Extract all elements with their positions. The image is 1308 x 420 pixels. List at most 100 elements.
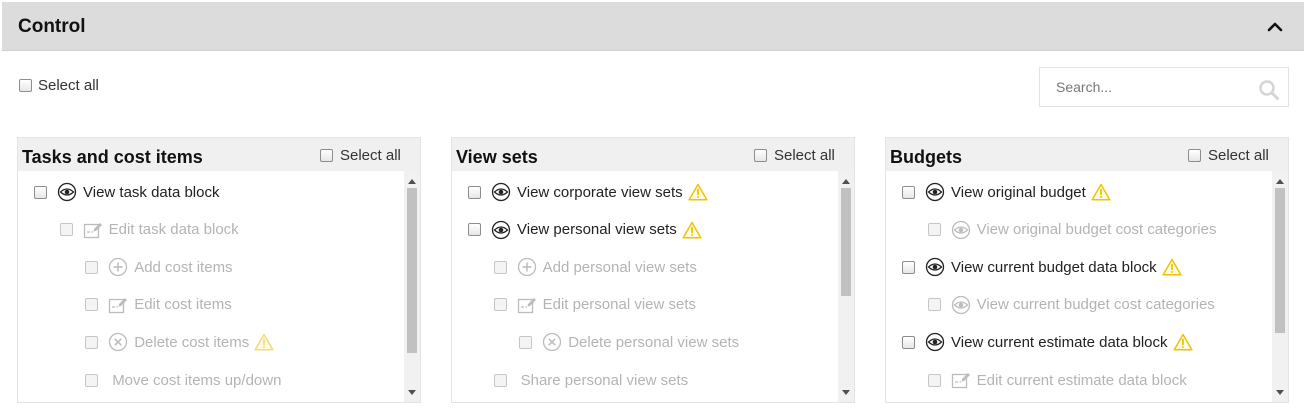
- permission-item[interactable]: View personal view sets: [468, 219, 702, 241]
- close-circle-icon: [109, 333, 128, 352]
- edit-icon: [108, 295, 128, 315]
- close-circle-icon: [108, 332, 128, 352]
- column-select-all[interactable]: Select all: [320, 147, 401, 164]
- permission-item[interactable]: View task data block: [34, 181, 219, 203]
- permission-label: Delete personal view sets: [568, 333, 740, 351]
- permission-item[interactable]: Edit current estimate data block: [927, 369, 1187, 391]
- column-select-all[interactable]: Select all: [1188, 147, 1269, 164]
- edit-icon: [951, 373, 970, 389]
- column-title: View sets: [456, 147, 538, 167]
- permission-checkbox[interactable]: [85, 335, 99, 349]
- permission-item[interactable]: View current estimate data block: [902, 331, 1193, 353]
- permission-checkbox[interactable]: [85, 298, 99, 312]
- search-box[interactable]: [1039, 67, 1289, 107]
- permission-item[interactable]: View current budget cost categories: [927, 294, 1215, 316]
- eye-icon: [925, 258, 945, 277]
- scroll-thumb[interactable]: [841, 188, 851, 296]
- permission-checkbox[interactable]: [85, 373, 99, 387]
- permission-checkbox[interactable]: [468, 223, 481, 237]
- permission-checkbox[interactable]: [493, 298, 507, 312]
- global-select-all-label: Select all: [38, 77, 99, 94]
- permission-item[interactable]: Add cost items: [85, 256, 233, 278]
- permission-checkbox[interactable]: [34, 185, 47, 199]
- scrollbar[interactable]: [1272, 171, 1288, 402]
- permission-label: Edit cost items: [134, 296, 232, 314]
- warning-icon: [1162, 258, 1182, 276]
- scroll-down-arrow-icon[interactable]: [1272, 385, 1288, 401]
- permission-checkbox[interactable]: [493, 260, 507, 274]
- permission-checkbox[interactable]: [902, 260, 915, 274]
- permission-item[interactable]: Edit cost items: [85, 294, 232, 316]
- eye-icon: [57, 182, 77, 202]
- permission-checkbox[interactable]: [902, 185, 915, 199]
- global-select-all-checkbox[interactable]: [19, 79, 32, 92]
- permission-checkbox[interactable]: [493, 373, 507, 387]
- column-title: Budgets: [890, 147, 962, 167]
- warning-icon: [254, 333, 274, 351]
- column-tasks-and-cost-items: Tasks and cost items Select all View tas…: [17, 137, 421, 403]
- warning-icon: [1172, 333, 1193, 351]
- eye-icon: [491, 182, 511, 202]
- plus-circle-icon: [109, 258, 128, 277]
- permission-list: View original budget View original budget…: [886, 171, 1272, 402]
- column-select-all-checkbox[interactable]: [1188, 149, 1201, 162]
- edit-icon: [517, 295, 537, 315]
- permission-checkbox[interactable]: [519, 335, 533, 349]
- permission-item[interactable]: View current budget data block: [902, 256, 1182, 278]
- scrollbar[interactable]: [404, 171, 420, 402]
- permission-label: Share personal view sets: [520, 371, 689, 389]
- edit-icon: [83, 222, 102, 238]
- search-icon[interactable]: [1258, 79, 1280, 101]
- permission-label: Edit personal view sets: [542, 296, 696, 314]
- permission-list: View corporate view sets View personal vi…: [452, 171, 838, 402]
- column-select-all[interactable]: Select all: [754, 147, 835, 164]
- scroll-thumb[interactable]: [407, 188, 417, 353]
- chevron-up-icon[interactable]: [1264, 16, 1286, 38]
- scroll-down-arrow-icon[interactable]: [404, 385, 420, 401]
- permission-item[interactable]: Add personal view sets: [493, 256, 697, 278]
- scroll-up-arrow-icon[interactable]: [838, 173, 854, 189]
- permission-label: Edit current estimate data block: [976, 371, 1187, 389]
- permission-item[interactable]: Move cost items up/down: [85, 369, 281, 391]
- permission-checkbox[interactable]: [902, 335, 915, 349]
- permission-checkbox[interactable]: [59, 223, 73, 237]
- permission-checkbox[interactable]: [927, 298, 941, 312]
- permission-label: View corporate view sets: [517, 183, 683, 201]
- permission-checkbox[interactable]: [468, 185, 481, 199]
- permission-item[interactable]: Delete personal view sets: [519, 331, 739, 353]
- panel-header[interactable]: Control: [2, 2, 1304, 51]
- permission-item[interactable]: View original budget: [902, 181, 1111, 203]
- global-select-all[interactable]: Select all: [19, 77, 99, 94]
- warning-icon: [1172, 334, 1193, 351]
- permission-item[interactable]: View corporate view sets: [468, 181, 708, 203]
- eye-icon: [951, 220, 970, 239]
- plus-circle-icon: [517, 258, 536, 277]
- permission-item[interactable]: Edit task data block: [59, 219, 239, 241]
- permission-checkbox[interactable]: [927, 373, 941, 387]
- search-input[interactable]: [1040, 68, 1250, 106]
- permission-label: Edit task data block: [108, 221, 239, 239]
- eye-icon: [951, 295, 971, 315]
- close-circle-icon: [542, 332, 562, 352]
- permission-label: View original budget cost categories: [976, 221, 1217, 239]
- scroll-thumb[interactable]: [1275, 188, 1285, 333]
- warning-icon: [688, 183, 708, 201]
- permission-item[interactable]: Share personal view sets: [493, 369, 689, 391]
- warning-icon: [1091, 183, 1111, 201]
- permission-label: View personal view sets: [517, 221, 677, 239]
- column-select-all-checkbox[interactable]: [754, 149, 767, 162]
- permission-item[interactable]: Edit personal view sets: [493, 294, 696, 316]
- permission-checkbox[interactable]: [85, 260, 99, 274]
- column-select-all-label: Select all: [1208, 147, 1269, 164]
- column-header: Tasks and cost items Select all: [18, 138, 420, 171]
- permission-item[interactable]: View original budget cost categories: [927, 219, 1217, 241]
- column-select-all-checkbox[interactable]: [320, 149, 333, 162]
- scroll-down-arrow-icon[interactable]: [838, 385, 854, 401]
- permission-checkbox[interactable]: [927, 223, 941, 237]
- scroll-up-arrow-icon[interactable]: [1272, 173, 1288, 189]
- scroll-up-arrow-icon[interactable]: [404, 173, 420, 189]
- eye-icon: [925, 257, 945, 277]
- permission-item[interactable]: Delete cost items: [85, 331, 274, 353]
- scrollbar[interactable]: [838, 171, 854, 402]
- column-select-all-label: Select all: [340, 147, 401, 164]
